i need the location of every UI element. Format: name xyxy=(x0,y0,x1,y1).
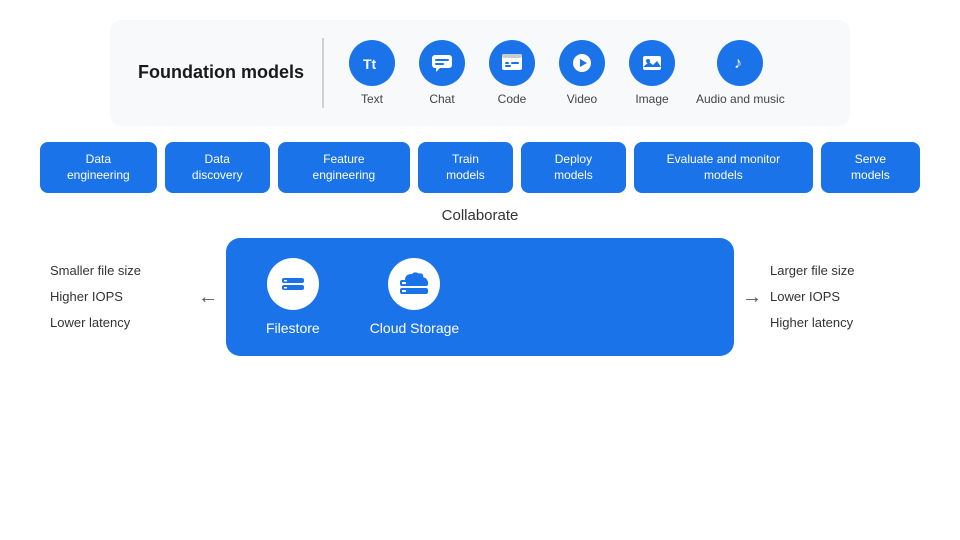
right-arrow-container: → xyxy=(734,286,770,309)
label-lower-iops: Lower IOPS xyxy=(770,288,910,306)
filestore-label: Filestore xyxy=(266,320,320,336)
cloud-storage-icon xyxy=(388,258,440,310)
step-train-models: Train models xyxy=(418,142,513,193)
cloud-storage-label: Cloud Storage xyxy=(370,320,460,336)
model-icon-audio: ♪ Audio and music xyxy=(696,40,785,106)
step-evaluate-monitor: Evaluate and monitor models xyxy=(634,142,813,193)
model-icons: Tt Text Chat xyxy=(346,40,785,106)
svg-text:Tt: Tt xyxy=(363,56,377,72)
filestore-item: Filestore xyxy=(266,258,320,336)
foundation-title: Foundation models xyxy=(138,61,304,84)
label-lower-latency: Lower latency xyxy=(50,314,190,332)
right-arrow-icon: → xyxy=(742,286,762,309)
model-icon-chat: Chat xyxy=(416,40,468,106)
model-icon-text: Tt Text xyxy=(346,40,398,106)
chat-icon-circle xyxy=(419,40,465,86)
left-arrow-container: ← xyxy=(190,286,226,309)
model-icon-code: Code xyxy=(486,40,538,106)
main-container: Foundation models Tt Text xyxy=(0,0,960,540)
label-larger-file: Larger file size xyxy=(770,262,910,280)
step-deploy-models: Deploy models xyxy=(521,142,626,193)
step-serve-models: Serve models xyxy=(821,142,920,193)
collaborate-label: Collaborate xyxy=(442,207,519,224)
code-icon-circle xyxy=(489,40,535,86)
image-icon-circle xyxy=(629,40,675,86)
storage-right-labels: Larger file size Lower IOPS Higher laten… xyxy=(770,262,910,333)
label-higher-latency: Higher latency xyxy=(770,314,910,332)
image-label: Image xyxy=(635,92,668,106)
chat-label: Chat xyxy=(429,92,454,106)
foundation-section: Foundation models Tt Text xyxy=(110,20,850,126)
left-arrow-icon: ← xyxy=(198,286,218,309)
cloud-storage-item: Cloud Storage xyxy=(370,258,460,336)
audio-icon-circle: ♪ xyxy=(717,40,763,86)
video-icon-circle xyxy=(559,40,605,86)
pipeline-row: Data engineering Data discovery Feature … xyxy=(40,142,920,193)
filestore-icon xyxy=(267,258,319,310)
text-label: Text xyxy=(361,92,383,106)
code-label: Code xyxy=(498,92,527,106)
step-data-discovery: Data discovery xyxy=(165,142,270,193)
label-smaller-file: Smaller file size xyxy=(50,262,190,280)
storage-box: Filestore Cloud Storage xyxy=(226,238,734,356)
svg-text:♪: ♪ xyxy=(734,55,742,72)
storage-row: Smaller file size Higher IOPS Lower late… xyxy=(50,238,910,356)
model-icon-image: Image xyxy=(626,40,678,106)
step-data-engineering: Data engineering xyxy=(40,142,157,193)
storage-left-labels: Smaller file size Higher IOPS Lower late… xyxy=(50,262,190,333)
video-label: Video xyxy=(567,92,597,106)
label-higher-iops: Higher IOPS xyxy=(50,288,190,306)
audio-label: Audio and music xyxy=(696,92,785,106)
step-feature-engineering: Feature engineering xyxy=(278,142,410,193)
foundation-divider xyxy=(322,38,324,108)
model-icon-video: Video xyxy=(556,40,608,106)
text-icon-circle: Tt xyxy=(349,40,395,86)
